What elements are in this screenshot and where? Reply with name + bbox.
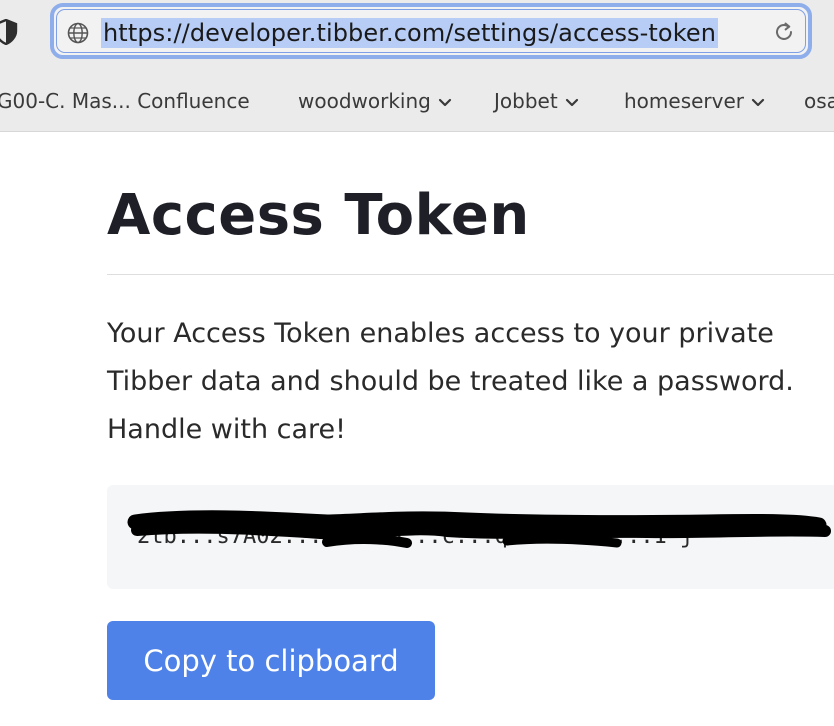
bookmark-label: Jobbet: [494, 89, 558, 113]
url-text[interactable]: https://developer.tibber.com/settings/ac…: [101, 18, 719, 48]
copy-to-clipboard-button[interactable]: Copy to clipboard: [107, 621, 435, 700]
bookmark-folder-jobbet[interactable]: Jobbet: [494, 85, 579, 117]
chevron-down-icon: [751, 98, 765, 106]
bookmark-label: osa: [804, 89, 834, 113]
title-divider: [107, 274, 834, 275]
chevron-down-icon: [565, 98, 578, 106]
reload-icon[interactable]: [772, 20, 796, 44]
redaction-scribble: [127, 510, 831, 548]
bookmarks-bar: G00-C. Mas... Confluence woodworking Job…: [0, 85, 834, 117]
chevron-down-icon: [438, 98, 451, 106]
shield-icon[interactable]: [0, 19, 18, 45]
page-title: Access Token: [107, 183, 530, 248]
bookmark-label: G00-C. Mas... Confluence: [0, 89, 250, 113]
browser-toolbar: https://developer.tibber.com/settings/ac…: [0, 0, 834, 132]
access-token-box[interactable]: 2tb...s7A02...d...5D...c...q...eKb4N...1…: [107, 485, 834, 589]
bookmark-osa[interactable]: osa: [804, 85, 834, 117]
globe-icon: [67, 22, 89, 44]
page-content: Access Token Your Access Token enables a…: [0, 132, 834, 726]
bookmark-folder-woodworking[interactable]: woodworking: [298, 85, 452, 117]
bookmark-label: woodworking: [298, 89, 431, 113]
bookmark-label: homeserver: [624, 89, 745, 113]
address-bar[interactable]: https://developer.tibber.com/settings/ac…: [50, 3, 812, 59]
bookmark-folder-homeserver[interactable]: homeserver: [624, 85, 765, 117]
page-description: Your Access Token enables access to your…: [107, 318, 794, 445]
bookmark-confluence[interactable]: G00-C. Mas... Confluence: [0, 85, 250, 117]
